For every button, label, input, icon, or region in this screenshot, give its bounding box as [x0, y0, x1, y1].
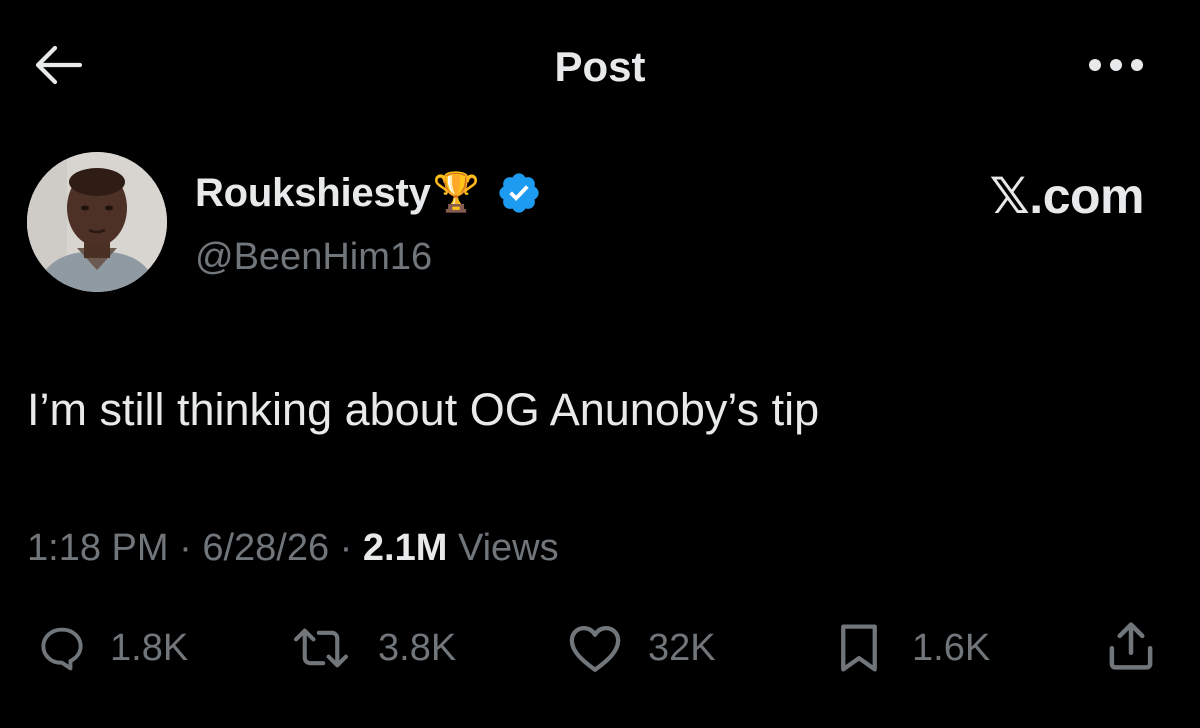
- page-title: Post: [554, 43, 646, 90]
- repost-icon: [290, 622, 352, 674]
- share-button[interactable]: [1100, 618, 1162, 678]
- display-name[interactable]: Roukshiesty: [195, 171, 431, 216]
- tweet-date[interactable]: 6/28/26: [202, 527, 329, 569]
- avatar[interactable]: [27, 152, 167, 292]
- share-icon: [1106, 619, 1156, 678]
- reply-count: 1.8K: [110, 627, 189, 669]
- tweet-text: I’m still thinking about OG Anunoby’s ti…: [27, 384, 820, 435]
- repost-button[interactable]: 3.8K: [290, 618, 456, 678]
- bookmark-button[interactable]: 1.6K: [836, 618, 990, 678]
- like-count: 32K: [648, 627, 716, 669]
- like-button[interactable]: 32K: [566, 618, 716, 678]
- bookmark-icon: [836, 621, 882, 675]
- author-name-row[interactable]: Roukshiesty 🏆: [195, 162, 542, 224]
- arrow-left-icon: [33, 45, 83, 90]
- bookmark-count: 1.6K: [912, 627, 991, 669]
- author-handle[interactable]: @BeenHim16: [195, 232, 432, 282]
- avatar-image: [27, 152, 167, 292]
- views-count[interactable]: 2.1M: [363, 527, 447, 569]
- trophy-emoji: 🏆: [432, 172, 480, 214]
- tweet-meta: 1:18 PM · 6/28/26 · 2.1M Views: [27, 522, 559, 574]
- reply-button[interactable]: 1.8K: [36, 618, 188, 678]
- watermark: 𝕏.com: [989, 168, 1145, 224]
- repost-count: 3.8K: [378, 627, 457, 669]
- back-button[interactable]: [28, 42, 88, 92]
- meta-separator: ·: [339, 527, 353, 569]
- reply-icon: [36, 622, 88, 674]
- heart-icon: [566, 622, 624, 674]
- verified-badge-icon: [496, 170, 542, 216]
- tweet-time[interactable]: 1:18 PM: [27, 527, 169, 569]
- more-options-button[interactable]: [1080, 46, 1152, 88]
- more-horizontal-icon: [1086, 57, 1146, 78]
- views-label[interactable]: Views: [458, 527, 559, 569]
- meta-separator: ·: [179, 527, 192, 569]
